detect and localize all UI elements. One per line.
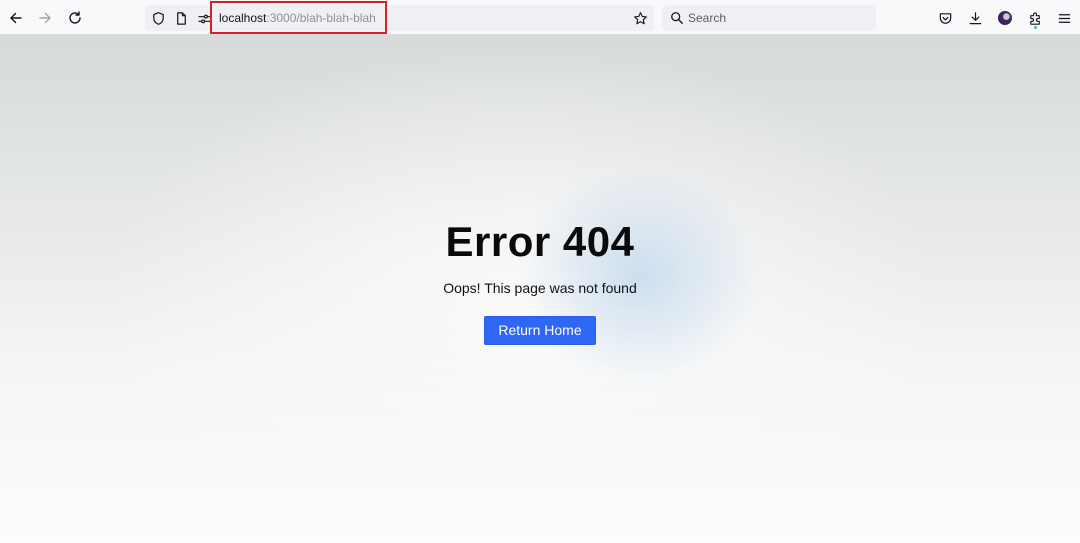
reload-button[interactable] bbox=[63, 6, 87, 30]
search-placeholder: Search bbox=[688, 11, 727, 25]
url-path: :3000/blah-blah-blah bbox=[266, 11, 376, 25]
account-avatar bbox=[998, 11, 1012, 25]
url-host: localhost bbox=[219, 11, 267, 25]
permissions-icon[interactable] bbox=[196, 10, 212, 26]
menu-button[interactable] bbox=[1052, 6, 1076, 30]
page-icon[interactable] bbox=[173, 10, 189, 26]
menu-icon bbox=[1058, 13, 1070, 23]
arrow-right-icon bbox=[39, 12, 51, 24]
extensions-badge-dot bbox=[1034, 26, 1037, 29]
pocket-button[interactable] bbox=[933, 6, 957, 30]
account-button[interactable] bbox=[993, 6, 1017, 30]
extensions-button[interactable] bbox=[1023, 6, 1047, 30]
arrow-left-icon bbox=[10, 12, 22, 24]
browser-toolbar: localhost:3000/blah-blah-blah Search bbox=[0, 0, 1080, 35]
error-title: Error 404 bbox=[445, 218, 635, 265]
return-home-button[interactable]: Return Home bbox=[484, 316, 596, 345]
error-subtitle: Oops! This page was not found bbox=[443, 280, 637, 296]
reload-icon bbox=[69, 11, 81, 24]
url-text[interactable]: localhost:3000/blah-blah-blah bbox=[219, 11, 376, 25]
download-icon bbox=[969, 11, 981, 24]
extensions-icon bbox=[1029, 11, 1040, 25]
page-content: Error 404 Oops! This page was not found … bbox=[0, 35, 1080, 543]
downloads-button[interactable] bbox=[963, 6, 987, 30]
back-button[interactable] bbox=[4, 6, 28, 30]
forward-button[interactable] bbox=[33, 6, 57, 30]
search-icon bbox=[671, 12, 683, 24]
shield-icon[interactable] bbox=[150, 10, 166, 26]
pocket-icon bbox=[939, 12, 951, 24]
search-bar[interactable]: Search bbox=[662, 5, 876, 31]
star-icon[interactable] bbox=[632, 10, 648, 26]
url-bar[interactable]: localhost:3000/blah-blah-blah bbox=[145, 5, 654, 31]
